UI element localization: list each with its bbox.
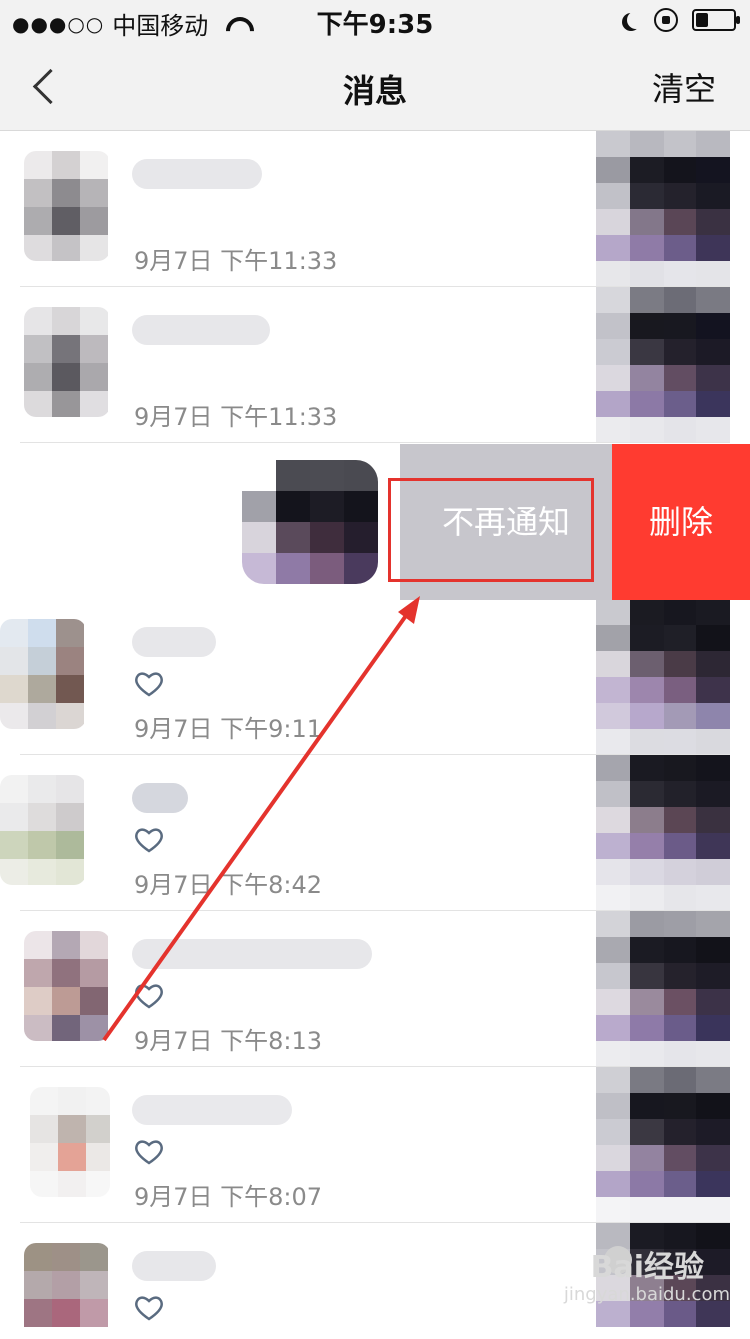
message-row[interactable]: 9月7日 下午9:11 [0,599,750,755]
rotation-lock-icon [654,8,678,32]
sender-name-redacted [132,159,262,189]
watermark-brand: Bai经验 [590,1250,704,1285]
post-thumbnail[interactable] [596,131,730,287]
avatar[interactable] [24,307,110,417]
message-row[interactable]: 9月7日 下午11:33 [0,287,750,443]
avatar[interactable] [30,1087,110,1197]
nav-bar: 消息 清空 [0,40,750,131]
annotation-highlight-box [388,478,594,582]
status-right [622,8,740,32]
sender-name-redacted [132,315,270,345]
watermark-url: jingyan.baidu.com [563,1284,730,1305]
post-thumbnail[interactable] [596,755,730,911]
sender-name-redacted [132,939,372,969]
message-row[interactable]: 9月7日 下午8:13 [0,911,750,1067]
delete-button[interactable]: 删除 [612,444,750,600]
clear-button[interactable]: 清空 [652,64,716,110]
sender-name-redacted [132,1095,292,1125]
status-bar: ●●●○○ 中国移动 下午9:35 [0,0,750,40]
sender-name-redacted [132,627,216,657]
message-timestamp: 9月7日 下午11:33 [134,403,338,431]
avatar[interactable] [0,619,86,729]
message-row[interactable]: 9月7日 下午8:07 [0,1067,750,1223]
heart-icon [134,827,164,853]
avatar[interactable] [24,931,110,1041]
avatar[interactable] [24,151,110,261]
message-timestamp: 9月7日 下午9:11 [134,715,323,743]
post-thumbnail[interactable] [596,1067,730,1223]
baidu-watermark: Bai经验 jingyan.baidu.com [564,1242,730,1312]
message-row-swiped[interactable]: 不再通知 删除 [0,444,750,600]
sender-name-redacted [132,783,188,813]
page-title: 消息 [342,72,407,110]
message-row[interactable]: 9月7日 下午11:33 [0,131,750,287]
heart-icon [134,671,164,697]
post-thumbnail[interactable] [242,460,378,584]
message-row[interactable]: 9月7日 下午8:42 [0,755,750,911]
post-thumbnail[interactable] [596,911,730,1067]
avatar[interactable] [0,775,86,885]
sender-name-redacted [132,1251,216,1281]
message-timestamp: 9月7日 下午8:13 [134,1027,323,1055]
heart-icon [134,983,164,1009]
message-timestamp: 9月7日 下午8:07 [134,1183,323,1211]
post-thumbnail[interactable] [596,287,730,443]
battery-icon [692,9,740,31]
post-thumbnail[interactable] [596,599,730,755]
message-timestamp: 9月7日 下午8:42 [134,871,323,899]
heart-icon [134,1139,164,1165]
heart-icon [134,1295,164,1321]
message-timestamp: 9月7日 下午11:33 [134,247,338,275]
do-not-disturb-icon [627,11,645,29]
avatar[interactable] [24,1243,110,1339]
row-divider [20,442,730,443]
